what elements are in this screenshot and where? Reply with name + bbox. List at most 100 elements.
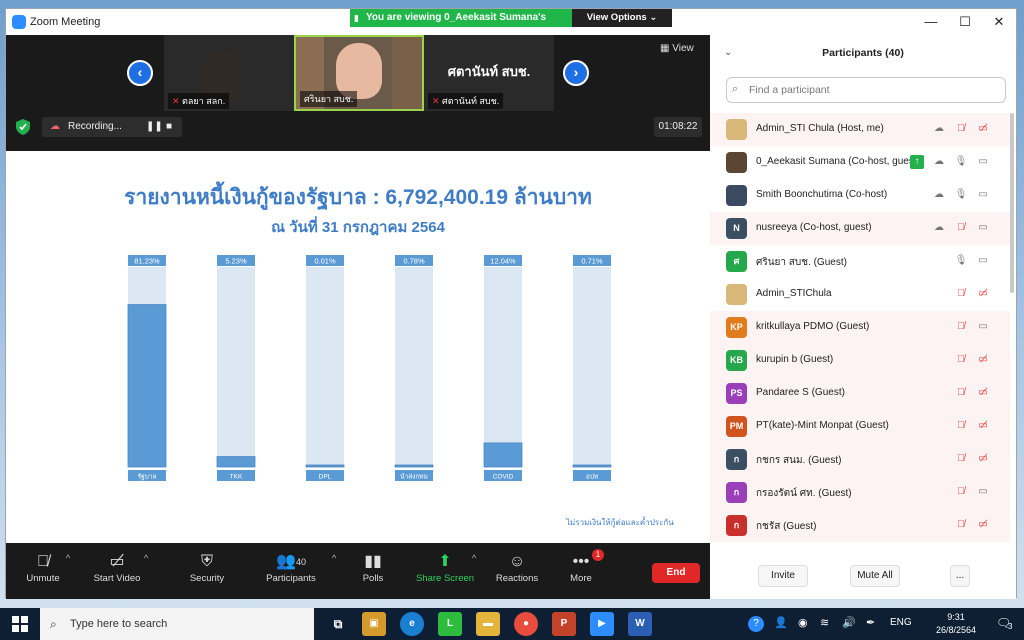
pen-icon[interactable]: ✒ bbox=[866, 616, 875, 629]
participant-row[interactable]: Admin_STI Chula (Host, me) ☁ 🎙̸ ▭̸ bbox=[710, 113, 1010, 146]
volume-icon[interactable]: 🔊 bbox=[842, 616, 856, 629]
participant-row[interactable]: 0_Aeekasit Sumana (Co-host, guest) ↑ ☁ 🎙 ▭ bbox=[710, 146, 1010, 179]
invite-button[interactable]: Invite bbox=[758, 565, 808, 587]
mic-off-icon[interactable]: 🎙̸ bbox=[954, 386, 968, 400]
share-screen-label: Share Screen bbox=[415, 573, 475, 584]
view-button[interactable]: ▦ View bbox=[660, 43, 694, 54]
reactions-button[interactable]: ☺ Reactions bbox=[484, 551, 550, 584]
mic-icon[interactable]: 🎙 bbox=[954, 188, 968, 202]
avatar: PS bbox=[726, 383, 747, 404]
video-off-icon[interactable]: ▭̸ bbox=[976, 518, 990, 532]
mute-all-button[interactable]: Mute All bbox=[850, 565, 900, 587]
people-icon[interactable]: 👤 bbox=[774, 616, 788, 629]
share-options-caret[interactable]: ^ bbox=[472, 553, 476, 563]
more-label: More bbox=[570, 573, 592, 584]
participant-row[interactable]: ก กชรัส (Guest) 🎙̸ ▭̸ bbox=[710, 509, 1010, 542]
mic-icon[interactable]: 🎙 bbox=[954, 155, 968, 169]
participant-row[interactable]: KP kritkullaya PDMO (Guest) 🎙̸ ▭ bbox=[710, 311, 1010, 344]
line-app-icon[interactable]: L bbox=[438, 612, 462, 636]
video-tile[interactable]: ศตานันท์ สบช. ✕ ศตานันท์ สบช. bbox=[424, 35, 554, 111]
mic-off-icon[interactable]: 🎙̸ bbox=[954, 485, 968, 499]
zoom-app-icon[interactable]: ▶ bbox=[590, 612, 614, 636]
language-indicator[interactable]: ENG bbox=[890, 617, 912, 628]
task-view-icon[interactable]: ⧉ bbox=[326, 612, 350, 636]
security-button[interactable]: ⛨ Security bbox=[174, 551, 240, 584]
close-button[interactable]: ✕ bbox=[984, 11, 1014, 33]
video-off-icon[interactable]: ▭̸ bbox=[976, 452, 990, 466]
next-page-button[interactable]: › bbox=[563, 60, 589, 86]
mic-off-icon[interactable]: 🎙̸ bbox=[954, 122, 968, 136]
video-icon[interactable]: ▭ bbox=[976, 155, 990, 169]
video-tile[interactable]: ✕ ตลยา สลก. bbox=[164, 35, 294, 111]
search-icon: ⌕ bbox=[50, 617, 57, 631]
mic-off-icon[interactable]: 🎙̸ bbox=[954, 320, 968, 334]
participant-row[interactable]: Nnusreeya (Co-host, guest) ☁ 🎙̸ ▭ bbox=[710, 212, 1010, 245]
participant-row[interactable]: PS Pandaree S (Guest) 🎙̸ ▭̸ bbox=[710, 377, 1010, 410]
participants-button[interactable]: 👥40 Participants bbox=[256, 551, 326, 584]
recording-label: Recording... bbox=[68, 121, 122, 132]
participant-search-input[interactable]: Find a participant bbox=[726, 77, 1006, 103]
participant-row[interactable]: Smith Boonchutima (Co-host) ☁ 🎙 ▭ bbox=[710, 179, 1010, 212]
mic-off-icon[interactable]: 🎙̸ bbox=[954, 518, 968, 532]
minimize-button[interactable]: — bbox=[916, 11, 946, 33]
previous-page-button[interactable]: ‹ bbox=[127, 60, 153, 86]
participant-list-scrollbar[interactable] bbox=[1010, 113, 1014, 293]
mic-off-icon[interactable]: 🎙̸ bbox=[954, 287, 968, 301]
reaction-icon: ☺ bbox=[508, 553, 526, 570]
video-options-caret[interactable]: ^ bbox=[144, 553, 148, 563]
video-off-icon[interactable]: ▭̸ bbox=[976, 419, 990, 433]
cloud-record-icon: ☁ bbox=[50, 121, 60, 132]
taskbar-search-input[interactable]: Type here to search bbox=[40, 608, 314, 640]
participant-row[interactable]: PM PT(kate)-Mint Monpat (Guest) 🎙̸ ▭̸ bbox=[710, 410, 1010, 443]
video-off-icon[interactable]: ▭̸ bbox=[976, 122, 990, 136]
participant-row[interactable]: KB kurupin b (Guest) 🎙̸ ▭̸ bbox=[710, 344, 1010, 377]
mic-off-icon[interactable]: 🎙̸ bbox=[954, 353, 968, 367]
cloud-icon bbox=[932, 485, 946, 499]
help-icon[interactable]: ? bbox=[748, 616, 764, 632]
video-icon[interactable]: ▭ bbox=[976, 320, 990, 334]
video-icon[interactable]: ▭ bbox=[976, 188, 990, 202]
stop-recording-button[interactable]: ■ bbox=[166, 117, 172, 137]
mic-off-icon[interactable]: 🎙̸ bbox=[954, 419, 968, 433]
video-icon[interactable]: ▭ bbox=[976, 221, 990, 235]
cloud-icon: ☁ bbox=[934, 189, 944, 200]
more-button[interactable]: ••• More bbox=[548, 551, 614, 584]
panel-more-button[interactable]: ... bbox=[950, 565, 970, 587]
video-icon[interactable]: ▭ bbox=[976, 485, 990, 499]
video-icon[interactable]: ▭ bbox=[976, 254, 990, 268]
participant-row[interactable]: ก กรองรัตน์ ศท. (Guest) 🎙̸ ▭ bbox=[710, 476, 1010, 509]
network-icon[interactable]: ≋ bbox=[820, 616, 829, 629]
participant-row[interactable]: ก กชกร สนม. (Guest) 🎙̸ ▭̸ bbox=[710, 443, 1010, 476]
system-clock[interactable]: 9:31 26/8/2564 bbox=[924, 611, 988, 637]
participant-row[interactable]: ศ ศรินยา สบช. (Guest) 🎙 ▭ bbox=[710, 245, 1010, 278]
tray-app-icon[interactable]: ◉ bbox=[798, 616, 808, 629]
file-explorer-icon[interactable]: ▬ bbox=[476, 612, 500, 636]
more-badge: 1 bbox=[592, 549, 604, 561]
video-off-icon[interactable]: ▭̸ bbox=[976, 287, 990, 301]
end-meeting-button[interactable]: End bbox=[652, 563, 700, 583]
participant-name: Smith Boonchutima (Co-host) bbox=[756, 189, 888, 200]
mic-off-icon[interactable]: 🎙̸ bbox=[954, 452, 968, 466]
polls-button[interactable]: ▮▮ Polls bbox=[340, 551, 406, 584]
view-options-button[interactable]: View Options ⌄ bbox=[572, 9, 672, 27]
participants-caret[interactable]: ^ bbox=[332, 553, 336, 563]
pause-recording-button[interactable]: ❚❚ bbox=[146, 117, 163, 137]
bar-5 bbox=[572, 464, 612, 468]
cloud-icon bbox=[932, 320, 946, 334]
powerpoint-app-icon[interactable]: P bbox=[552, 612, 576, 636]
audio-options-caret[interactable]: ^ bbox=[66, 553, 70, 563]
start-video-button[interactable]: ▭̸ Start Video bbox=[84, 551, 150, 584]
maximize-button[interactable]: ☐ bbox=[950, 11, 980, 33]
mic-off-icon[interactable]: 🎙̸ bbox=[954, 221, 968, 235]
edge-app-icon[interactable]: e bbox=[400, 612, 424, 636]
video-off-icon[interactable]: ▭̸ bbox=[976, 353, 990, 367]
video-off-icon[interactable]: ▭̸ bbox=[976, 386, 990, 400]
word-app-icon[interactable]: W bbox=[628, 612, 652, 636]
share-screen-button[interactable]: ⬆ Share Screen bbox=[412, 551, 478, 584]
participant-row[interactable]: Admin_STIChula 🎙̸ ▭̸ bbox=[710, 278, 1010, 311]
store-app-icon[interactable]: ▣ bbox=[362, 612, 386, 636]
video-tile-active[interactable]: ศรินยา สบช. bbox=[294, 35, 424, 111]
mic-icon[interactable]: 🎙 bbox=[954, 254, 968, 268]
chrome-app-icon[interactable]: ● bbox=[514, 612, 538, 636]
windows-start-icon[interactable] bbox=[12, 616, 28, 632]
